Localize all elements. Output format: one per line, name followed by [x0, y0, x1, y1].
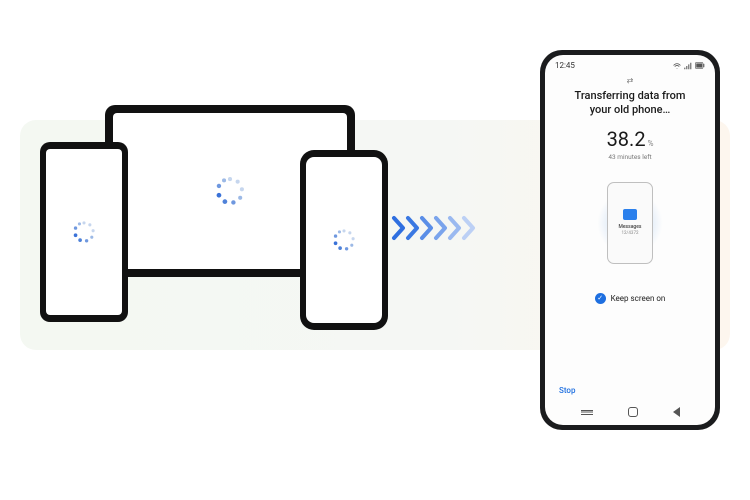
status-icons	[673, 62, 705, 70]
wifi-icon	[673, 62, 681, 70]
category-label: Messages	[619, 224, 642, 230]
percent-value: 38.2	[607, 127, 646, 151]
messages-icon	[623, 209, 637, 220]
nav-recent-icon[interactable]	[581, 410, 593, 415]
mini-device-outline: Messages 12/4372	[607, 182, 653, 264]
nav-home-icon[interactable]	[628, 407, 638, 417]
status-bar: 12:45	[545, 55, 715, 72]
swap-icon: ⇄	[627, 76, 634, 85]
signal-icon	[684, 62, 692, 70]
time-remaining: 43 minutes left	[608, 153, 651, 161]
nav-back-icon[interactable]	[673, 407, 680, 417]
transfer-arrows-icon	[395, 215, 479, 241]
old-phone-a-screen	[46, 149, 122, 315]
category-illustration: Messages 12/4372	[595, 173, 665, 273]
transfer-percent: 38.2 %	[607, 127, 654, 151]
android-navbar	[545, 401, 715, 425]
loading-spinner-icon	[331, 227, 357, 253]
keep-screen-label: Keep screen on	[611, 294, 666, 303]
old-phone-b-screen	[306, 157, 382, 323]
old-phone-a-frame	[40, 142, 128, 322]
loading-spinner-icon	[213, 174, 247, 208]
stop-button[interactable]: Stop	[559, 386, 575, 395]
category-count: 12/4372	[621, 231, 638, 236]
new-phone-screen: 12:45 ⇄ Transferring data from your old …	[545, 55, 715, 425]
check-icon: ✓	[595, 293, 606, 304]
keep-screen-on-toggle[interactable]: ✓ Keep screen on	[595, 293, 666, 304]
battery-icon	[695, 62, 705, 69]
status-time: 12:45	[555, 61, 575, 70]
old-phone-b-frame	[300, 150, 388, 330]
transfer-content: ⇄ Transferring data from your old phone……	[545, 72, 715, 378]
percent-unit: %	[648, 139, 654, 148]
bottom-actions: Stop	[545, 378, 715, 401]
source-devices-group	[30, 90, 360, 350]
loading-spinner-icon	[71, 219, 97, 245]
transfer-title: Transferring data from your old phone…	[575, 89, 686, 117]
new-phone-frame: 12:45 ⇄ Transferring data from your old …	[540, 50, 720, 430]
